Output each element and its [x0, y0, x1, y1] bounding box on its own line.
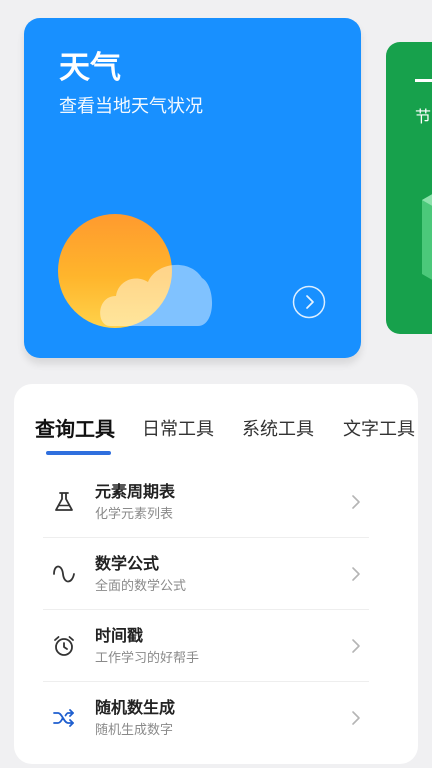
- chevron-right-icon: [352, 567, 360, 581]
- tool-description: 工作学习的好帮手: [95, 651, 200, 666]
- sun-cloud-icon: [58, 214, 213, 328]
- weather-card[interactable]: 天气 查看当地天气状况: [24, 18, 361, 358]
- peek-card-subtitle-fragment: 节: [415, 107, 432, 126]
- tool-name: 元素周期表: [95, 482, 176, 501]
- peek-card-illustration: [422, 194, 432, 280]
- tool-item-periodic-table[interactable]: 元素周期表 化学元素列表: [43, 466, 369, 538]
- next-feature-card[interactable]: 节: [386, 42, 432, 334]
- tool-name: 随机数生成: [95, 698, 176, 717]
- circle-chevron-right-icon[interactable]: [292, 285, 326, 319]
- sine-wave-icon: [53, 565, 75, 583]
- tab-query-tools[interactable]: 查询工具: [35, 415, 115, 443]
- tool-category-tabs: 查询工具 日常工具 系统工具 文字工具: [14, 416, 418, 456]
- tab-text-tools[interactable]: 文字工具: [343, 416, 415, 444]
- peek-card-title-fragment: [415, 79, 432, 82]
- tool-description: 随机生成数字: [95, 723, 174, 738]
- chevron-right-icon: [352, 495, 360, 509]
- active-tab-indicator: [46, 451, 111, 455]
- tab-daily-tools[interactable]: 日常工具: [142, 416, 214, 444]
- chevron-right-icon: [352, 711, 360, 725]
- tool-item-math-formulas[interactable]: 数学公式 全面的数学公式: [43, 538, 369, 610]
- shuffle-icon: [53, 709, 74, 727]
- tool-name: 数学公式: [95, 554, 160, 573]
- weather-card-title: 天气: [59, 50, 121, 86]
- tools-panel: 查询工具 日常工具 系统工具 文字工具 元素周期表 化学元素列表 数学公式 全面…: [14, 384, 418, 764]
- chevron-right-icon: [352, 639, 360, 653]
- tool-list: 元素周期表 化学元素列表 数学公式 全面的数学公式 时间戳 工作学习的好帮手 随…: [43, 466, 369, 753]
- tool-item-timestamp[interactable]: 时间戳 工作学习的好帮手: [43, 610, 369, 682]
- weather-card-subtitle: 查看当地天气状况: [59, 96, 203, 117]
- flask-icon: [55, 492, 73, 511]
- alarm-clock-icon: [54, 636, 74, 656]
- tab-system-tools[interactable]: 系统工具: [242, 416, 314, 444]
- tool-item-random-number[interactable]: 随机数生成 随机生成数字: [43, 682, 369, 753]
- tool-description: 全面的数学公式: [95, 579, 187, 594]
- tool-description: 化学元素列表: [95, 507, 174, 522]
- tool-name: 时间戳: [95, 626, 144, 645]
- feature-carousel[interactable]: 天气 查看当地天气状况 节: [0, 0, 432, 380]
